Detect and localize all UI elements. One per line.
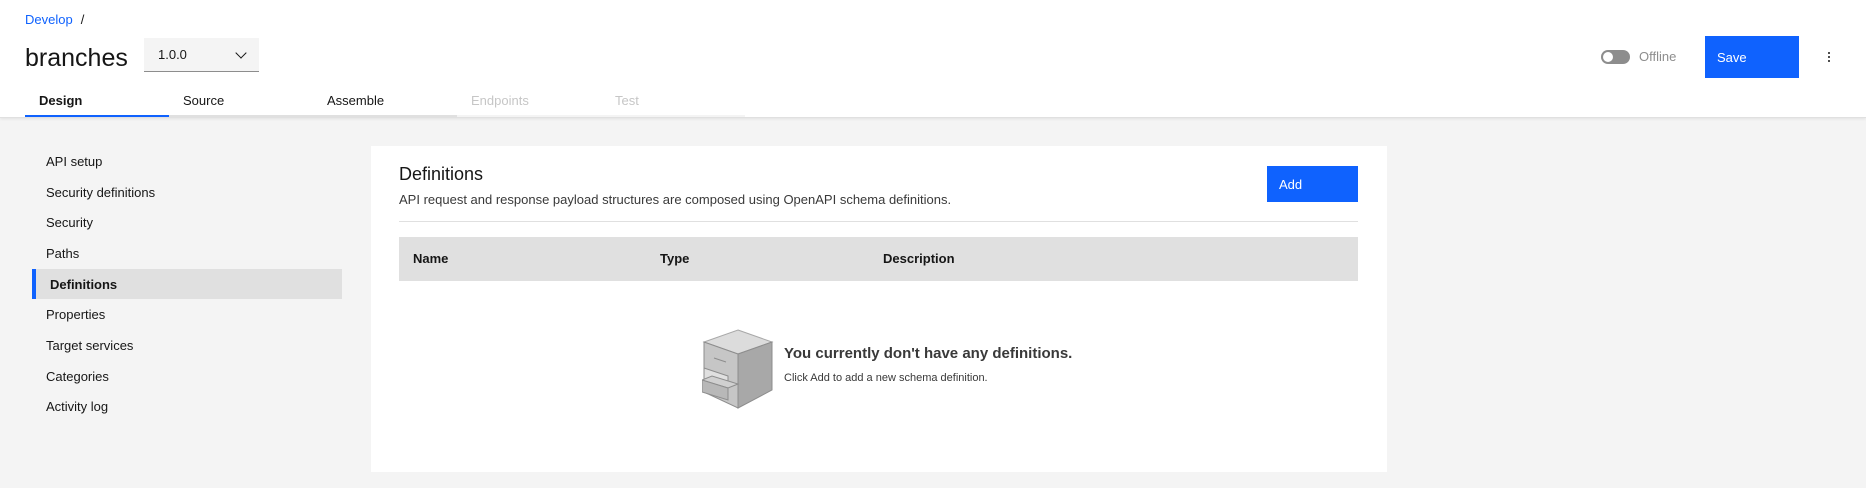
version-select[interactable]: 1.0.0 — [144, 38, 259, 72]
table-header: Name Type Description — [399, 237, 1358, 281]
breadcrumb-separator: / — [80, 12, 85, 27]
save-button[interactable]: Save — [1705, 36, 1799, 78]
empty-state-subtitle: Click Add to add a new schema definition… — [784, 372, 988, 384]
chevron-down-icon — [235, 46, 247, 59]
sidebar-item-activity-log[interactable]: Activity log — [32, 392, 342, 423]
column-header-type[interactable]: Type — [660, 251, 689, 266]
tab-endpoints: Endpoints — [457, 90, 601, 117]
sidebar-item-categories[interactable]: Categories — [32, 361, 342, 392]
tab-assemble[interactable]: Assemble — [313, 90, 457, 117]
version-value: 1.0.0 — [158, 47, 187, 62]
tab-design[interactable]: Design — [25, 90, 169, 117]
sidebar-item-paths[interactable]: Paths — [32, 238, 342, 269]
filing-cabinet-icon — [702, 329, 774, 409]
column-header-name[interactable]: Name — [413, 251, 448, 266]
tab-source[interactable]: Source — [169, 90, 313, 117]
sidebar-item-definitions[interactable]: Definitions — [32, 268, 342, 300]
tab-test: Test — [601, 90, 745, 117]
empty-state-title: You currently don't have any definitions… — [784, 345, 1073, 362]
sidebar-item-api-setup[interactable]: API setup — [32, 146, 342, 177]
offline-toggle[interactable]: Offline — [1601, 49, 1676, 64]
toggle-knob — [1603, 51, 1613, 62]
breadcrumb-develop-link[interactable]: Develop — [25, 12, 73, 27]
sidebar-item-properties[interactable]: Properties — [32, 299, 342, 330]
tab-bar: Design Source Assemble Endpoints Test — [25, 90, 745, 117]
panel-description: API request and response payload structu… — [399, 192, 952, 207]
panel-title: Definitions — [399, 164, 484, 184]
page-header: Develop / branches 1.0.0 Offline Save De… — [0, 0, 1866, 118]
add-button[interactable]: Add — [1267, 166, 1358, 202]
sidebar-item-security[interactable]: Security — [32, 207, 342, 238]
sidebar-nav: API setup Security definitions Security … — [32, 146, 342, 422]
overflow-menu-icon[interactable] — [1822, 46, 1836, 68]
breadcrumb: Develop / — [25, 12, 84, 27]
divider — [399, 221, 1358, 222]
page-title: branches — [25, 44, 128, 72]
offline-label: Offline — [1639, 49, 1677, 64]
toggle-switch[interactable] — [1601, 49, 1630, 64]
column-header-description[interactable]: Description — [883, 251, 955, 266]
sidebar-item-target-services[interactable]: Target services — [32, 330, 342, 361]
sidebar-item-security-definitions[interactable]: Security definitions — [32, 177, 342, 208]
definitions-panel: Definitions API request and response pay… — [371, 146, 1387, 472]
